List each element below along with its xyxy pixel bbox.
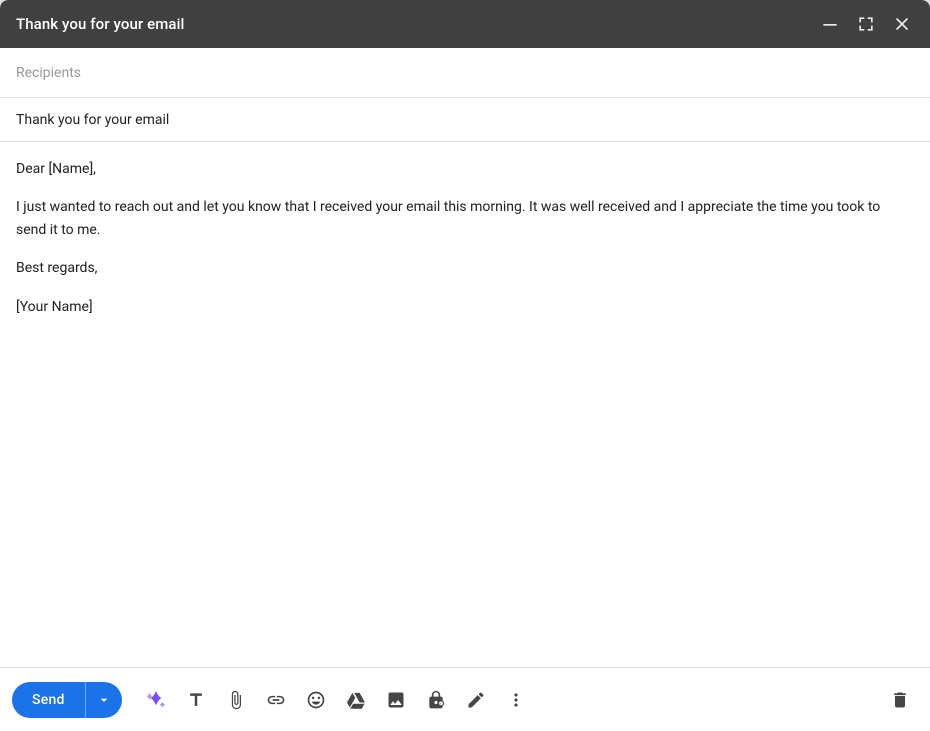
expand-button[interactable] [854,12,878,36]
compose-window: Thank you for your email Recipients [0,0,930,731]
body-closing: Best regards, [16,257,914,279]
signature-button[interactable] [458,682,494,718]
send-button[interactable]: Send [12,682,85,718]
format-text-button[interactable] [178,682,214,718]
send-button-group: Send [12,682,122,718]
email-body[interactable]: Dear [Name], I just wanted to reach out … [0,142,930,667]
ai-assist-button[interactable] [138,682,174,718]
ai-icon [145,689,167,711]
minimize-icon [820,14,840,34]
pen-icon [466,690,486,710]
lock-icon: + [426,690,446,710]
more-vert-icon [506,690,526,710]
chevron-down-icon [96,692,112,708]
body-paragraph1: I just wanted to reach out and let you k… [16,196,914,241]
attach-button[interactable] [218,682,254,718]
insert-photo-button[interactable] [378,682,414,718]
compose-toolbar: Send [0,667,930,731]
insert-link-button[interactable] [258,682,294,718]
expand-icon [856,14,876,34]
close-button[interactable] [890,12,914,36]
send-dropdown-button[interactable] [85,682,122,718]
header-actions [818,12,914,36]
compose-header: Thank you for your email [0,0,930,48]
trash-icon [890,690,910,710]
confidential-button[interactable]: + [418,682,454,718]
emoji-button[interactable] [298,682,334,718]
delete-draft-button[interactable] [882,682,918,718]
more-options-button[interactable] [498,682,534,718]
attach-icon [226,690,246,710]
google-drive-button[interactable] [338,682,374,718]
emoji-icon [306,690,326,710]
svg-text:+: + [439,702,441,706]
photo-icon [386,690,406,710]
format-text-icon [186,690,206,710]
subject-field[interactable]: Thank you for your email [0,98,930,142]
body-greeting: Dear [Name], [16,158,914,180]
close-icon [892,14,912,34]
recipients-field[interactable]: Recipients [0,48,930,98]
recipients-placeholder: Recipients [16,65,81,81]
link-icon [266,690,286,710]
subject-value: Thank you for your email [16,112,169,128]
compose-title: Thank you for your email [16,15,184,33]
body-signature: [Your Name] [16,296,914,318]
minimize-button[interactable] [818,12,842,36]
drive-icon [346,690,366,710]
